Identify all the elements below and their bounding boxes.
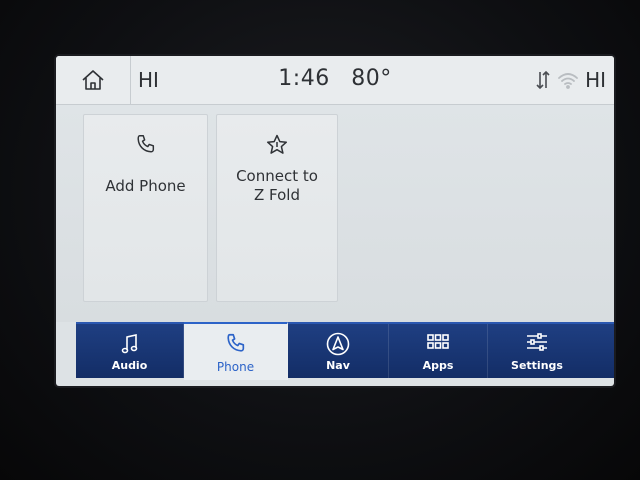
nav-apps-button[interactable]: Apps <box>389 324 488 378</box>
apps-grid-icon <box>427 334 449 349</box>
passenger-temp-setting[interactable]: HI <box>585 68 606 92</box>
clock-time: 1:46 <box>278 66 330 91</box>
connect-label-line1: Connect to <box>236 167 318 185</box>
phone-content-area: Add Phone Connect to Z Fold <box>56 105 614 322</box>
data-transfer-icon <box>536 70 550 90</box>
connect-z-fold-button[interactable]: Connect to Z Fold <box>216 114 338 302</box>
nav-navigation-button[interactable]: Nav <box>288 324 389 378</box>
status-bar: HI 1:46 80° HI <box>56 56 614 105</box>
nav-audio-label: Audio <box>111 359 148 372</box>
wifi-icon <box>558 73 578 89</box>
nav-apps-label: Apps <box>422 359 454 372</box>
phone-icon <box>136 135 154 153</box>
bottom-nav-bar: Audio Phone Nav Apps Settings <box>76 322 614 380</box>
sliders-icon <box>527 333 547 351</box>
display-bezel: HI 1:46 80° HI Add Phone Connect to Z Fo… <box>0 0 640 480</box>
add-phone-label: Add Phone <box>105 177 186 195</box>
clock-temperature: 1:46 80° <box>56 66 614 91</box>
nav-audio-button[interactable]: Audio <box>76 324 184 378</box>
music-note-icon <box>121 334 137 354</box>
nav-phone-button[interactable]: Phone <box>184 322 288 380</box>
connect-label-line2: Z Fold <box>253 186 300 204</box>
connect-z-fold-label: Connect to Z Fold <box>217 167 337 205</box>
right-status-icons: HI <box>535 64 606 96</box>
star-icon <box>266 134 288 154</box>
nav-navigation-label: Nav <box>326 359 350 372</box>
navigation-arrow-icon <box>326 332 350 356</box>
phone-icon <box>226 333 244 352</box>
outside-temperature: 80° <box>351 66 392 91</box>
infotainment-screen: HI 1:46 80° HI Add Phone Connect to Z Fo… <box>56 56 614 386</box>
nav-settings-label: Settings <box>511 359 563 372</box>
nav-phone-label: Phone <box>216 360 255 374</box>
nav-settings-button[interactable]: Settings <box>488 324 586 378</box>
add-phone-button[interactable]: Add Phone <box>83 114 208 302</box>
